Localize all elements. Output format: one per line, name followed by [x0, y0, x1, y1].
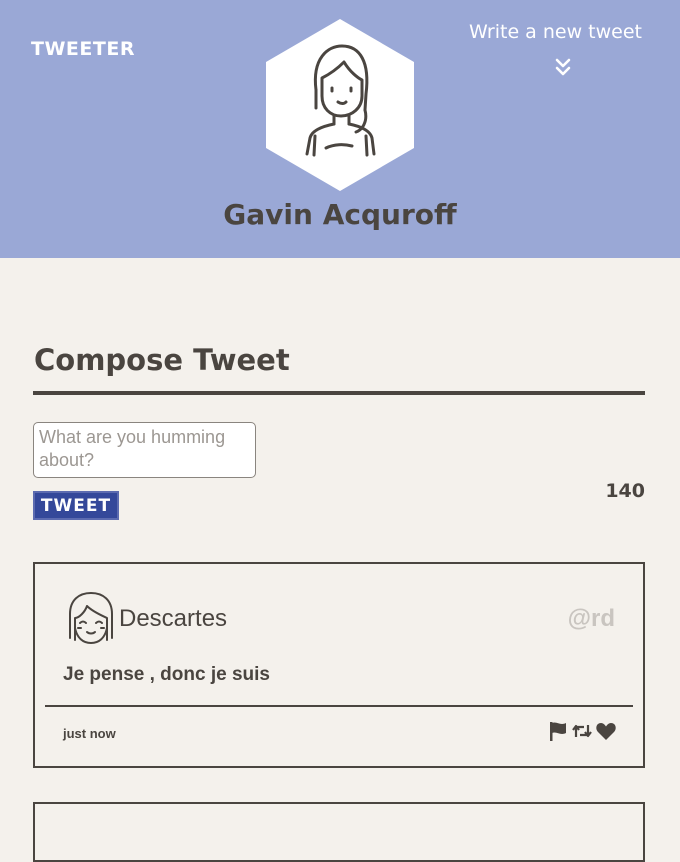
tweet-card [33, 802, 645, 862]
tweet-card: Descartes @rd Je pense , donc je suis ju… [33, 562, 645, 768]
tweet-author-handle: @rd [567, 605, 615, 632]
write-new-tweet-link[interactable]: Write a new tweet [469, 21, 642, 43]
compose-divider [33, 391, 645, 395]
tweet-text: Je pense , donc je suis [63, 664, 270, 685]
tweet-divider [45, 705, 633, 707]
brand-logo[interactable]: TWEETER [31, 38, 135, 60]
double-chevron-down-icon[interactable] [553, 57, 573, 79]
tweet-button[interactable]: TWEET [33, 491, 119, 520]
heart-icon[interactable] [595, 720, 617, 742]
user-avatar [266, 19, 414, 191]
flag-icon[interactable] [547, 720, 569, 742]
retweet-icon[interactable] [571, 720, 593, 742]
tweet-author-name: Descartes [119, 605, 228, 632]
profile-header: TWEETER Write a new tweet Gavin Acquroff [0, 0, 680, 258]
tweet-timestamp: just now [63, 726, 116, 741]
author-avatar [69, 592, 113, 644]
profile-name: Gavin Acquroff [223, 198, 457, 231]
tweet-input[interactable] [33, 422, 256, 478]
character-counter: 140 [605, 480, 645, 502]
compose-title: Compose Tweet [34, 343, 290, 377]
tweet-actions [547, 720, 617, 742]
